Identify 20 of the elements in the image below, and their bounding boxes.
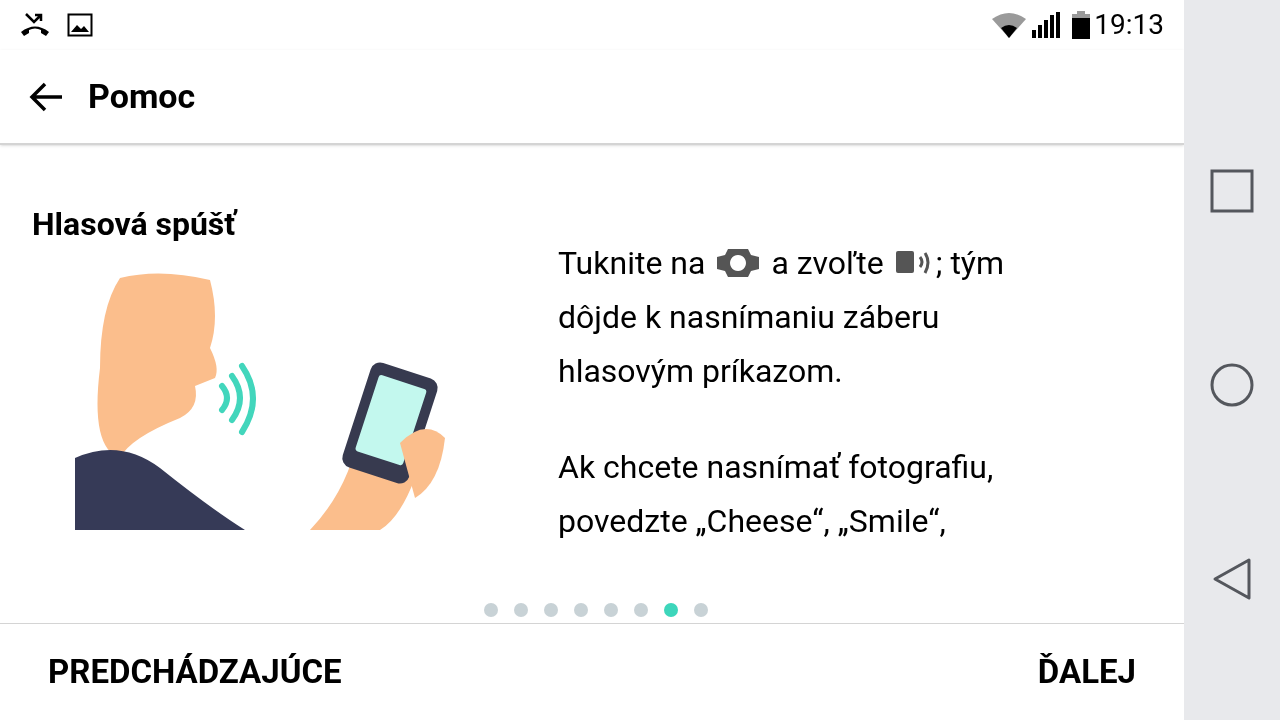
help-text: ; tým bbox=[935, 243, 1005, 284]
home-button[interactable] bbox=[1210, 363, 1254, 407]
signal-icon bbox=[1032, 12, 1061, 38]
recent-apps-button[interactable] bbox=[1210, 169, 1254, 213]
back-nav-button[interactable] bbox=[1212, 557, 1252, 601]
clock-time: 19:13 bbox=[1094, 7, 1164, 43]
help-text: Ak chcete nasnímať fotografiu, povedzte „Cheese“, „Smile“, bbox=[558, 447, 995, 542]
gear-icon bbox=[715, 247, 762, 279]
battery-icon bbox=[1072, 11, 1091, 39]
missed-call-icon bbox=[20, 12, 50, 38]
help-text: dôjde k nasnímaniu záberu hlasovým príkazom. bbox=[558, 297, 941, 392]
previous-button[interactable]: PREDCHÁDZAJÚCE bbox=[32, 639, 358, 705]
back-arrow-icon bbox=[28, 80, 64, 113]
next-button[interactable]: ĎALEJ bbox=[1021, 639, 1152, 705]
help-text: a zvoľte bbox=[771, 243, 884, 284]
page-title: Hlasová spúšť bbox=[32, 204, 236, 245]
wifi-icon bbox=[992, 12, 1027, 38]
image-icon bbox=[67, 13, 93, 37]
app-bar-title: Pomoc bbox=[88, 75, 196, 118]
help-text: Tuknite na bbox=[558, 243, 706, 284]
